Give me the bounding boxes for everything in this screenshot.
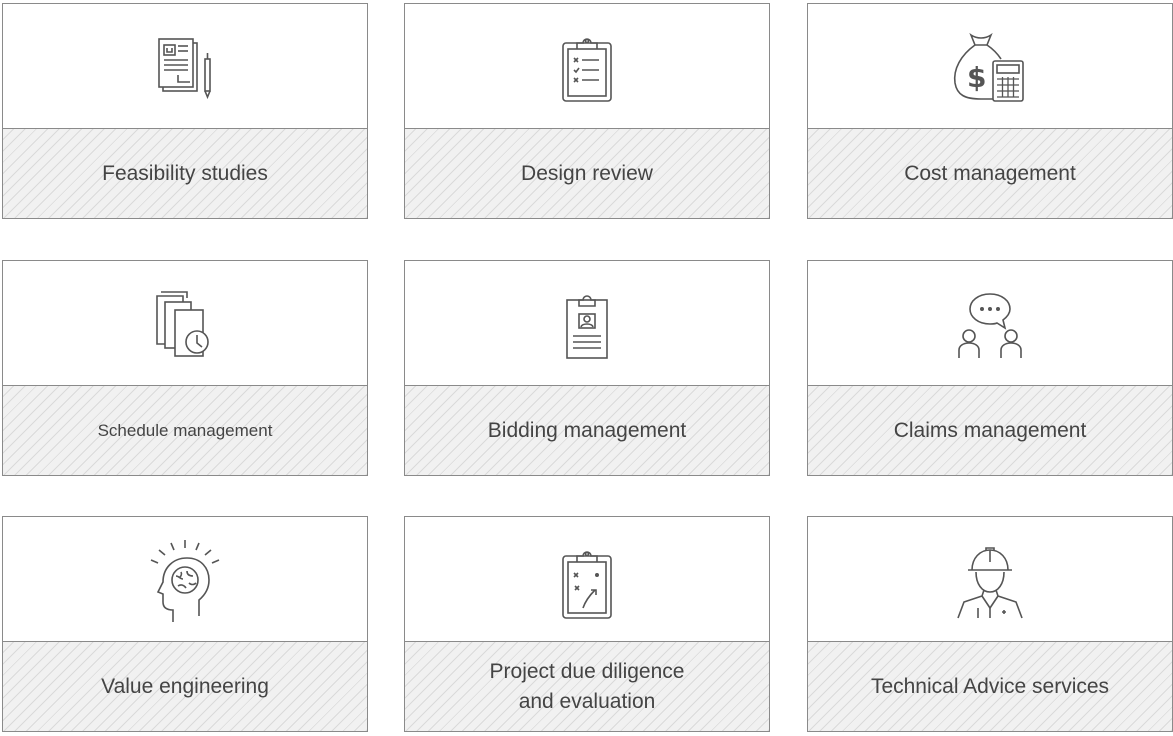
service-label: Schedule management	[97, 420, 273, 440]
service-card-design-review[interactable]: Design review	[404, 3, 770, 219]
service-card-bidding-management[interactable]: Bidding management	[404, 260, 770, 476]
engineer-helmet-icon	[948, 538, 1032, 622]
service-label: Technical Advice services	[870, 674, 1110, 698]
service-label: Value engineering	[101, 674, 269, 698]
svg-text:$: $	[967, 61, 986, 94]
clipboard-checklist-icon	[555, 27, 619, 107]
service-card-schedule-management[interactable]: Schedule management	[2, 260, 368, 476]
service-label: Cost management	[904, 161, 1076, 185]
service-card-project-due-diligence[interactable]: Project due diligence and evaluation	[404, 516, 770, 732]
service-label: Project due diligence and evaluation	[489, 659, 685, 713]
head-brain-icon	[143, 536, 227, 624]
service-card-claims-management[interactable]: Claims management	[807, 260, 1173, 476]
documents-clock-icon	[145, 284, 225, 364]
service-card-technical-advice[interactable]: Technical Advice services	[807, 516, 1173, 732]
service-label: Claims management	[893, 418, 1087, 442]
service-card-value-engineering[interactable]: Value engineering	[2, 516, 368, 732]
service-card-cost-management[interactable]: $ Cost management	[807, 3, 1173, 219]
service-label: Feasibility studies	[102, 161, 268, 185]
clipboard-id-icon	[555, 284, 619, 364]
service-card-feasibility-studies[interactable]: Feasibility studies	[2, 3, 368, 219]
service-label: Bidding management	[487, 418, 687, 442]
document-pen-icon	[149, 27, 221, 107]
service-label: Design review	[521, 161, 653, 185]
clipboard-strategy-icon	[555, 538, 619, 622]
money-bag-calculator-icon: $	[945, 27, 1035, 107]
people-speech-bubble-icon	[945, 284, 1035, 364]
